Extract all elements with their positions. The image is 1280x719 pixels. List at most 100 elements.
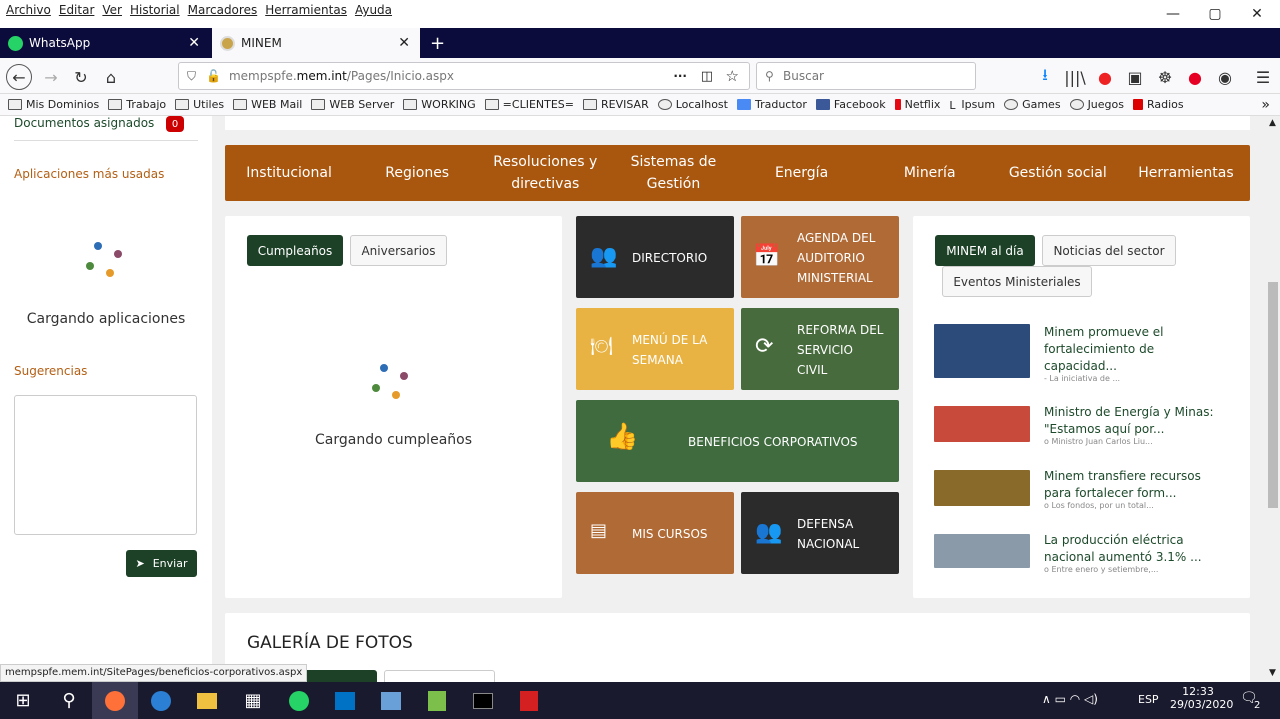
news-item[interactable]: Ministro de Energía y Minas: "Estamos aq…	[934, 404, 1234, 448]
bookmark-link[interactable]: Facebook	[815, 98, 886, 111]
scroll-thumb[interactable]	[1268, 282, 1278, 508]
calculator-icon[interactable]: ▦	[230, 682, 276, 719]
news-title[interactable]: Ministro de Energía y Minas: "Estamos aq…	[1044, 404, 1220, 438]
suggestions-textarea[interactable]	[14, 395, 197, 535]
reload-icon[interactable]: ↻	[68, 64, 94, 90]
acrobat-icon[interactable]	[506, 682, 552, 719]
bookmark-link[interactable]: Localhost	[657, 98, 728, 111]
bookmark-folder[interactable]: REVISAR	[583, 98, 649, 111]
home-icon[interactable]: ⌂	[98, 64, 124, 90]
menu-archivo[interactable]: Archivo	[6, 3, 51, 17]
file-explorer-icon[interactable]	[184, 682, 230, 719]
nav-sistemas-gestion[interactable]: Sistemas de Gestión	[609, 151, 737, 195]
news-title[interactable]: La producción eléctrica nacional aumentó…	[1044, 532, 1220, 566]
bookmarks-overflow-icon[interactable]: »	[1261, 97, 1270, 113]
terminal-icon[interactable]	[460, 682, 506, 719]
tile-beneficios[interactable]: 👍 BENEFICIOS CORPORATIVOS	[576, 400, 899, 482]
bookmark-label: Games	[1022, 98, 1061, 111]
bookmark-folder[interactable]: =CLIENTES=	[484, 98, 574, 111]
bookmark-link[interactable]: Games	[1004, 98, 1061, 111]
tile-defensa[interactable]: 👥 DEFENSA NACIONAL	[741, 492, 899, 574]
menu-ayuda[interactable]: Ayuda	[355, 3, 392, 17]
tab-noticias-sector[interactable]: Noticias del sector	[1042, 235, 1176, 266]
bookmark-star-icon[interactable]: ☆	[726, 67, 739, 85]
tile-mis-cursos[interactable]: ▤ MIS CURSOS	[576, 492, 734, 574]
page-scrollbar[interactable]: ▲ ▼	[1266, 116, 1280, 682]
windows-start-icon[interactable]: ⊞	[0, 682, 46, 719]
language-indicator[interactable]: ESP	[1138, 693, 1159, 706]
new-tab-button[interactable]: +	[422, 28, 452, 58]
account-icon[interactable]: ◉	[1212, 64, 1238, 90]
nav-energia[interactable]: Energía	[738, 162, 866, 184]
menu-editar[interactable]: Editar	[59, 3, 95, 17]
scroll-down-icon[interactable]: ▼	[1269, 668, 1276, 678]
extensions-icon[interactable]: ☸	[1152, 64, 1178, 90]
news-item[interactable]: La producción eléctrica nacional aumentó…	[934, 532, 1234, 576]
tab-whatsapp[interactable]: WhatsApp ✕	[0, 28, 210, 58]
send-button[interactable]: ➤ Enviar	[126, 550, 197, 577]
bookmark-folder[interactable]: Trabajo	[108, 98, 166, 111]
gallery-tab[interactable]	[384, 670, 495, 682]
tile-menu-semana[interactable]: 🍽 MENÚ DE LA SEMANA	[576, 308, 734, 390]
news-title[interactable]: Minem transfiere recursos para fortalece…	[1044, 468, 1220, 502]
reader-icon[interactable]: ▣	[1122, 64, 1148, 90]
bookmark-link[interactable]: Traductor	[736, 98, 807, 111]
bookmark-folder[interactable]: Mis Dominios	[8, 98, 99, 111]
tray-icons[interactable]: ∧ ▭ ◠ ◁)	[1042, 692, 1098, 706]
search-input[interactable]: ⚲ Buscar	[756, 62, 976, 90]
tab-minem[interactable]: MINEM ✕	[212, 28, 420, 58]
docs-assigned-label[interactable]: Documentos asignados	[14, 116, 154, 130]
gallery-tab-active[interactable]	[301, 670, 377, 682]
close-tab-icon[interactable]: ✕	[398, 35, 410, 51]
hamburger-menu-icon[interactable]: ☰	[1250, 64, 1276, 90]
pinterest-icon[interactable]: ●	[1182, 64, 1208, 90]
menu-herramientas[interactable]: Herramientas	[265, 3, 347, 17]
tab-minem-al-dia[interactable]: MINEM al día	[935, 235, 1035, 266]
tile-agenda[interactable]: 📅 AGENDA DEL AUDITORIO MINISTERIAL	[741, 216, 899, 298]
nav-gestion-social[interactable]: Gestión social	[994, 162, 1122, 184]
nav-regiones[interactable]: Regiones	[353, 162, 481, 184]
bookmark-folder[interactable]: WEB Mail	[233, 98, 302, 111]
whatsapp-icon[interactable]	[276, 682, 322, 719]
menu-marcadores[interactable]: Marcadores	[188, 3, 258, 17]
bookmark-link[interactable]: Radios	[1133, 98, 1184, 111]
tab-eventos[interactable]: Eventos Ministeriales	[942, 266, 1092, 297]
more-actions-icon[interactable]: ···	[673, 69, 687, 83]
bookmark-link[interactable]: L Ipsum	[949, 98, 995, 112]
news-title[interactable]: Minem promueve el fortalecimiento de cap…	[1044, 324, 1220, 375]
search-icon[interactable]: ⚲	[46, 682, 92, 719]
back-arrow-icon[interactable]: ←	[6, 64, 32, 90]
tile-directorio[interactable]: 👥 DIRECTORIO	[576, 216, 734, 298]
network-app-icon[interactable]	[368, 682, 414, 719]
download-icon[interactable]: ⭳	[1032, 64, 1058, 90]
nav-herramientas[interactable]: Herramientas	[1122, 162, 1250, 184]
nav-label: Gestión social	[1008, 165, 1107, 181]
library-icon[interactable]: |||\	[1062, 64, 1088, 90]
nav-institucional[interactable]: Institucional	[225, 162, 353, 184]
bookmark-link[interactable]: Juegos	[1069, 98, 1124, 111]
news-item[interactable]: Minem promueve el fortalecimiento de cap…	[934, 324, 1234, 384]
tile-reforma[interactable]: ⟳ REFORMA DEL SERVICIO CIVIL	[741, 308, 899, 390]
bookmark-folder[interactable]: WORKING	[403, 98, 476, 111]
news-item[interactable]: Minem transfiere recursos para fortalece…	[934, 468, 1234, 512]
menu-ver[interactable]: Ver	[102, 3, 122, 17]
nav-resoluciones[interactable]: Resoluciones y directivas	[481, 151, 609, 195]
scroll-up-icon[interactable]: ▲	[1269, 118, 1276, 128]
forward-arrow-icon[interactable]: →	[38, 64, 64, 90]
bookmark-link[interactable]: Netflix	[894, 98, 940, 111]
outlook-icon[interactable]	[322, 682, 368, 719]
edge-icon[interactable]	[138, 682, 184, 719]
bookmark-folder[interactable]: WEB Server	[311, 98, 394, 111]
bookmark-folder[interactable]: Utiles	[175, 98, 224, 111]
clock[interactable]: 12:33 29/03/2020	[1170, 685, 1233, 711]
tab-aniversarios[interactable]: Aniversarios	[350, 235, 447, 266]
extension-m-icon[interactable]: ●	[1092, 64, 1118, 90]
url-bar[interactable]: ⛉ 🔓 mempspfe.mem.int/Pages/Inicio.aspx ·…	[178, 62, 750, 90]
nav-mineria[interactable]: Minería	[866, 162, 994, 184]
tab-cumpleanos[interactable]: Cumpleaños	[247, 235, 343, 266]
firefox-icon[interactable]	[92, 682, 138, 719]
menu-historial[interactable]: Historial	[130, 3, 180, 17]
pocket-icon[interactable]: ◫	[701, 69, 713, 84]
notepad-icon[interactable]	[414, 682, 460, 719]
close-tab-icon[interactable]: ✕	[188, 35, 200, 51]
